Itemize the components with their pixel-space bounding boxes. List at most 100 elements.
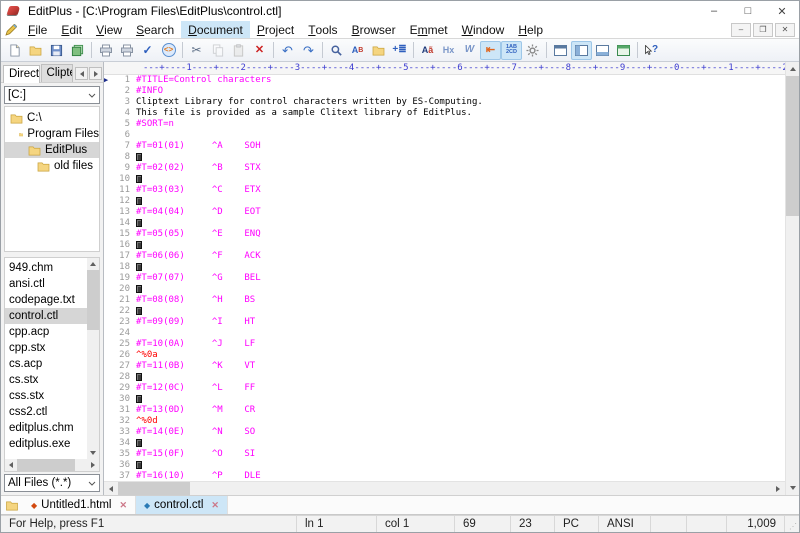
toggle-bookmark-button[interactable]: +≣ (389, 41, 410, 60)
file-item-editplus-chm[interactable]: editplus.chm (5, 420, 87, 436)
mdi-restore-icon[interactable]: ❐ (753, 23, 773, 37)
menu-emmet[interactable]: Emmet (403, 21, 455, 38)
spell-check-button[interactable]: ✓ (137, 41, 158, 60)
delete-button[interactable]: ✕ (249, 41, 270, 60)
copy-icon (212, 44, 224, 57)
sidebar-tab-scroll-right-icon[interactable] (89, 67, 102, 80)
toolbar-separator (91, 42, 92, 58)
mdi-minimize-icon[interactable]: – (731, 23, 751, 37)
paste-button[interactable] (228, 41, 249, 60)
replace-button[interactable]: AB (347, 41, 368, 60)
drive-selector[interactable]: [C:] (4, 86, 100, 104)
redo-icon: ↷ (303, 44, 314, 57)
preferences-button[interactable] (522, 41, 543, 60)
doc-tab-control-ctl[interactable]: ◆control.ctl✕ (136, 496, 228, 514)
minimize-icon[interactable]: – (697, 1, 731, 21)
open-button[interactable] (25, 41, 46, 60)
toolbar-separator (273, 42, 274, 58)
save-all-button[interactable] (67, 41, 88, 60)
line-number: 12 (114, 196, 136, 207)
close-icon[interactable]: ✕ (765, 1, 799, 21)
code-line: 25#T=10(0A) ^J LF (104, 339, 785, 350)
line-margin (104, 185, 114, 196)
close-tab-icon[interactable]: ✕ (211, 500, 219, 511)
scroll-left-icon[interactable] (5, 459, 17, 471)
open-browser-window-button[interactable] (613, 41, 634, 60)
find-button[interactable] (326, 41, 347, 60)
scroll-right-icon[interactable] (87, 459, 99, 471)
scroll-down-icon[interactable] (786, 481, 799, 495)
file-item-editplus-exe[interactable]: editplus.exe (5, 436, 87, 452)
file-item-css2-ctl[interactable]: css2.ctl (5, 404, 87, 420)
scroll-up-icon[interactable] (87, 258, 99, 270)
file-item-control-ctl[interactable]: control.ctl (5, 308, 87, 324)
line-number: 33 (114, 427, 136, 438)
file-item-949-chm[interactable]: 949.chm (5, 260, 87, 276)
toggle-fullscreen-button[interactable] (550, 41, 571, 60)
editplus-app-icon (7, 4, 23, 18)
toggle-sidebar-button[interactable] (571, 41, 592, 60)
menu-file[interactable]: File (21, 21, 54, 38)
context-help-button[interactable]: ? (641, 41, 662, 60)
file-item-cpp-stx[interactable]: cpp.stx (5, 340, 87, 356)
file-list-hscrollbar[interactable] (5, 459, 99, 471)
menu-view[interactable]: View (89, 21, 129, 38)
find-in-files-button[interactable] (368, 41, 389, 60)
word-wrap-button[interactable]: W (459, 41, 480, 60)
menu-search[interactable]: Search (129, 21, 181, 38)
editor-text-area[interactable]: ▶1#TITLE=Control characters2#INFO3Clipte… (104, 75, 785, 481)
file-list-vscrollbar[interactable] (87, 258, 99, 459)
close-tab-icon[interactable]: ✕ (119, 500, 127, 511)
tree-item-label: C:\ (27, 112, 42, 124)
file-item-cs-stx[interactable]: cs.stx (5, 372, 87, 388)
undo-button[interactable]: ↶ (277, 41, 298, 60)
menu-tools[interactable]: Tools (301, 21, 344, 38)
code-line: 24 (104, 328, 785, 339)
tree-item-old-files[interactable]: old files (5, 158, 99, 174)
code-line: 29#T=12(0C) ^L FF (104, 383, 785, 394)
doc-tab-untitled1-html[interactable]: ◆Untitled1.html✕ (23, 496, 136, 514)
line-numbers-button[interactable]: 1AB2CD (501, 41, 522, 60)
file-item-ansi-ctl[interactable]: ansi.ctl (5, 276, 87, 292)
redo-button[interactable]: ↷ (298, 41, 319, 60)
scroll-up-icon[interactable] (786, 62, 799, 76)
scroll-down-icon[interactable] (87, 447, 99, 459)
tree-item-c-[interactable]: C:\ (5, 110, 99, 126)
print-button[interactable] (116, 41, 137, 60)
scroll-left-icon[interactable] (104, 482, 118, 495)
tab-cliptext[interactable]: Cliptext (41, 64, 73, 82)
editor-hscrollbar[interactable] (104, 481, 785, 495)
file-item-cs-acp[interactable]: cs.acp (5, 356, 87, 372)
directory-tree: C:\ Program FilesEditPlusold files (4, 106, 100, 252)
scroll-right-icon[interactable] (771, 482, 785, 495)
tab-directory[interactable]: Directory (3, 65, 40, 83)
view-in-browser-button[interactable]: <> (158, 41, 179, 60)
file-item-css-stx[interactable]: css.stx (5, 388, 87, 404)
cut-button[interactable]: ✂ (186, 41, 207, 60)
menu-project[interactable]: Project (250, 21, 301, 38)
print-preview-button[interactable] (95, 41, 116, 60)
copy-button[interactable] (207, 41, 228, 60)
maximize-icon[interactable]: □ (731, 1, 765, 21)
menu-edit[interactable]: Edit (54, 21, 89, 38)
menu-browser[interactable]: Browser (345, 21, 403, 38)
tree-item-editplus[interactable]: EditPlus (5, 142, 99, 158)
save-button[interactable] (46, 41, 67, 60)
tree-item-program-files[interactable]: Program Files (5, 126, 99, 142)
sidebar-tab-scroll-left-icon[interactable] (75, 67, 88, 80)
editor-vscrollbar[interactable] (785, 62, 799, 495)
mdi-close-icon[interactable]: ✕ (775, 23, 795, 37)
change-case-button[interactable]: Aã (417, 41, 438, 60)
hex-viewer-button[interactable]: Hx (438, 41, 459, 60)
menu-help[interactable]: Help (511, 21, 550, 38)
file-item-codepage-txt[interactable]: codepage.txt (5, 292, 87, 308)
menu-document[interactable]: Document (181, 21, 250, 38)
file-filter-selector[interactable]: All Files (*.*) (4, 474, 100, 492)
document-selector-icon[interactable] (1, 496, 23, 514)
new-file-button[interactable] (4, 41, 25, 60)
tab-settings-button[interactable]: ⇤ (480, 41, 501, 60)
file-item-cpp-acp[interactable]: cpp.acp (5, 324, 87, 340)
line-number: 34 (114, 438, 136, 449)
toggle-output-button[interactable] (592, 41, 613, 60)
menu-window[interactable]: Window (455, 21, 512, 38)
